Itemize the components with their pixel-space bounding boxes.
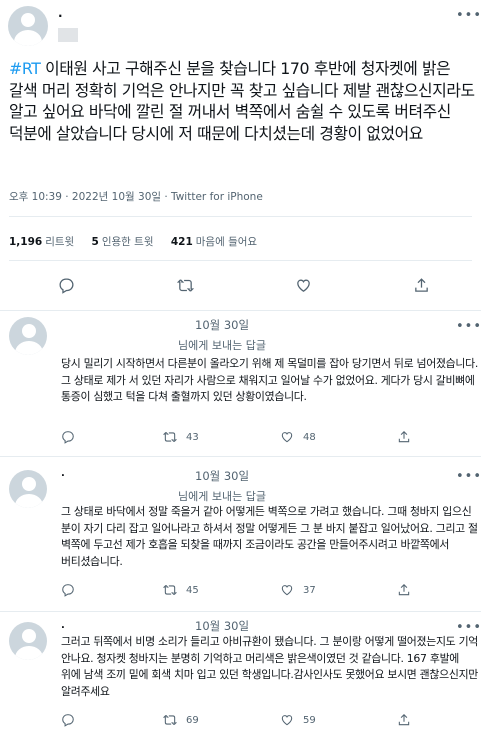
replying-to: 님에게 보내는 답글: [178, 490, 266, 503]
divider: [9, 260, 472, 261]
reply-avatar[interactable]: [9, 317, 47, 355]
like-count: 48: [303, 431, 316, 443]
share-button[interactable]: [397, 430, 420, 444]
replying-to: 님에게 보내는 답글: [178, 339, 266, 352]
author-name[interactable]: .: [58, 6, 63, 20]
reply-text: 그러고 뒤쪽에서 비명 소리가 들리고 아비규환이 됐습니다. 그 분이랑 어떻…: [61, 635, 479, 698]
heart-icon: [281, 432, 293, 443]
reply-actions: 69 59: [0, 713, 481, 733]
quotes-stat[interactable]: 5 인용한 트윗: [92, 236, 154, 248]
reply-icon: [62, 431, 74, 444]
retweet-count: 69: [186, 714, 199, 726]
reply-avatar[interactable]: [9, 470, 47, 508]
retweet-icon: [176, 278, 194, 292]
likes-stat[interactable]: 421 마음에 들어요: [171, 236, 257, 248]
reply-date[interactable]: 10월 30일: [195, 618, 249, 634]
share-button[interactable]: [397, 713, 420, 727]
reply-button[interactable]: [55, 274, 77, 296]
share-icon: [398, 714, 410, 726]
divider: [9, 216, 472, 217]
reply-date[interactable]: 10월 30일: [195, 317, 249, 333]
author-handle-blurred: [58, 28, 78, 42]
more-options-icon[interactable]: •••: [456, 469, 481, 484]
tweet-actions: [0, 270, 481, 298]
retweet-button[interactable]: [174, 274, 196, 296]
share-icon: [414, 277, 428, 292]
reply-icon: [58, 277, 74, 294]
retweet-button[interactable]: 69: [163, 713, 199, 727]
retweets-stat[interactable]: 1,196 리트윗: [9, 236, 74, 248]
share-icon: [398, 431, 410, 443]
heart-icon: [296, 279, 310, 292]
like-button[interactable]: 48: [280, 430, 316, 444]
share-button[interactable]: [410, 274, 432, 296]
reply-button[interactable]: [61, 583, 84, 597]
more-options-icon[interactable]: •••: [456, 8, 481, 23]
reply-tweet[interactable]: 10월 30일 ••• 님에게 보내는 답글 당시 밀리기 시작하면서 다른분이…: [0, 311, 481, 457]
tweet-meta[interactable]: 오후 10:39 · 2022년 10월 30일 · Twitter for i…: [9, 189, 263, 204]
heart-icon: [281, 585, 293, 596]
reply-actions: 43 48: [0, 430, 481, 450]
reply-icon: [62, 584, 74, 597]
share-icon: [398, 584, 410, 596]
reply-tweet[interactable]: . 10월 30일 ••• 님에게 보내는 답글 그 상태로 바닥에서 정말 죽…: [0, 457, 481, 612]
tweet-body: 이태원 사고 구해주신 분을 찾습니다 170 후반에 청자켓에 밝은 갈색 머…: [9, 59, 475, 143]
like-count: 59: [303, 714, 316, 726]
heart-icon: [281, 715, 293, 726]
reply-text: 당시 밀리기 시작하면서 다른분이 올라오기 위해 제 목덜미를 잡아 당기면서…: [61, 357, 479, 403]
reply-author-name[interactable]: .: [61, 468, 65, 479]
reply-icon: [62, 714, 74, 727]
retweet-button[interactable]: 45: [163, 583, 199, 597]
retweet-count: 43: [186, 431, 199, 443]
share-button[interactable]: [397, 583, 420, 597]
reply-text: 그 상태로 바닥에서 정말 죽을거 같아 어떻게든 벽쪽으로 가려고 했습니다.…: [61, 505, 478, 568]
like-button[interactable]: [292, 274, 314, 296]
retweet-icon: [163, 431, 177, 443]
author-avatar[interactable]: [8, 6, 48, 46]
like-button[interactable]: 59: [280, 713, 316, 727]
tweet-text: #RT 이태원 사고 구해주신 분을 찾습니다 170 후반에 청자켓에 밝은 …: [9, 58, 479, 144]
more-options-icon[interactable]: •••: [456, 620, 481, 635]
reply-button[interactable]: [61, 713, 84, 727]
retweet-count: 45: [186, 584, 199, 596]
reply-date[interactable]: 10월 30일: [195, 468, 249, 484]
tweet-stats: 1,196 리트윗 5 인용한 트윗 421 마음에 들어요: [9, 234, 271, 249]
hashtag-link[interactable]: #RT: [9, 59, 41, 78]
main-tweet: . ••• #RT 이태원 사고 구해주신 분을 찾습니다 170 후반에 청자…: [0, 0, 481, 311]
retweet-icon: [163, 584, 177, 596]
like-button[interactable]: 37: [280, 583, 316, 597]
reply-button[interactable]: [61, 430, 84, 444]
reply-tweet[interactable]: . 10월 30일 ••• 그러고 뒤쪽에서 비명 소리가 들리고 아비규환이 …: [0, 612, 481, 734]
more-options-icon[interactable]: •••: [456, 319, 481, 334]
like-count: 37: [303, 584, 316, 596]
retweet-icon: [163, 714, 177, 726]
retweet-button[interactable]: 43: [163, 430, 199, 444]
reply-actions: 45 37: [0, 583, 481, 603]
reply-author-name[interactable]: .: [61, 620, 65, 631]
reply-avatar[interactable]: [9, 622, 47, 660]
